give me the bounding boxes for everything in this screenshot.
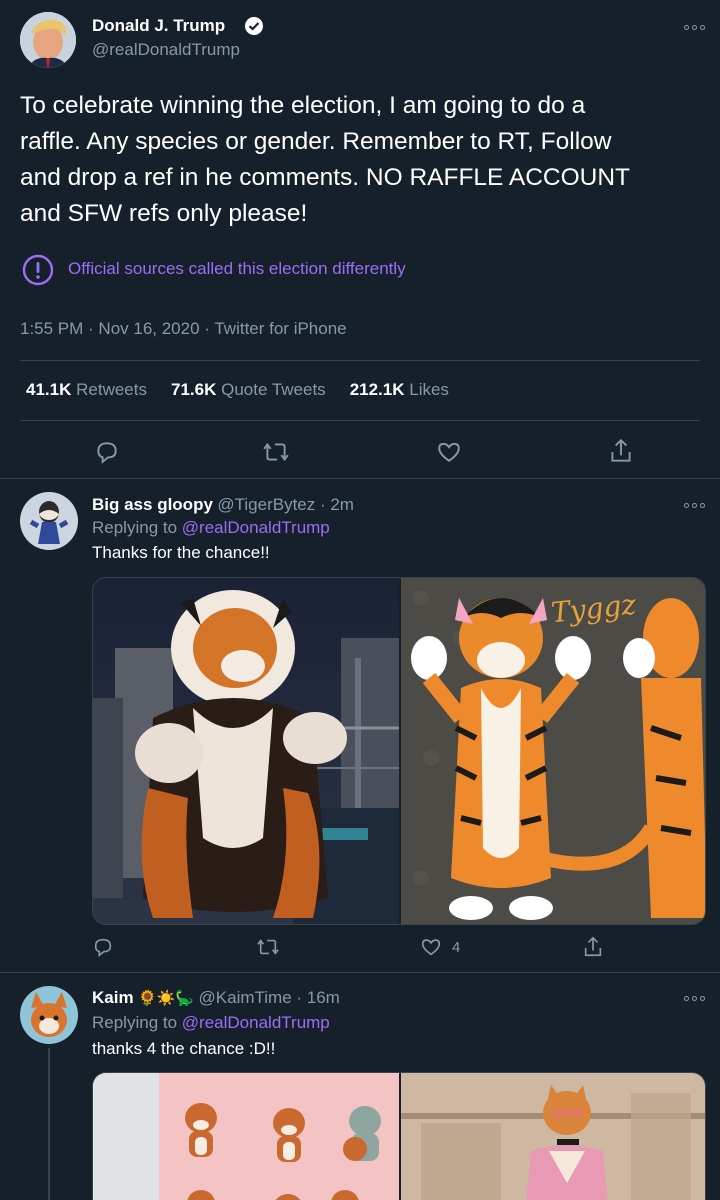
avatar[interactable]: [20, 12, 76, 68]
reply-text: Thanks for the chance!!: [92, 543, 270, 562]
retweet-icon[interactable]: [256, 936, 280, 958]
divider: [0, 478, 720, 479]
display-name[interactable]: Kaim: [92, 988, 134, 1007]
reply-text: thanks 4 the chance :D!!: [92, 1039, 276, 1058]
display-name[interactable]: Donald J. Trump: [92, 16, 225, 36]
divider: [20, 420, 700, 421]
replying-to-link[interactable]: @realDonaldTrump: [182, 518, 330, 537]
tweet-text-line: and SFW refs only please!: [20, 200, 308, 227]
divider: [0, 972, 720, 973]
retweet-icon[interactable]: [262, 439, 290, 465]
user-handle[interactable]: @realDonaldTrump: [92, 40, 240, 60]
quotes-stat[interactable]: 71.6K Quote Tweets: [171, 380, 326, 400]
replying-prefix: Replying to: [92, 1013, 178, 1032]
like-icon[interactable]: [420, 936, 442, 958]
verified-icon: [244, 16, 264, 36]
election-notice-link[interactable]: Official sources called this election di…: [68, 259, 406, 279]
divider: [20, 360, 700, 361]
reply-header: Kaim 🌻☀️🦕 @KaimTime · 16m: [92, 988, 340, 1008]
like-count: 4: [452, 939, 461, 956]
quotes-label: Quote Tweets: [221, 380, 326, 399]
likes-stat[interactable]: 212.1K Likes: [350, 380, 449, 400]
tweet-timestamp[interactable]: 1:55 PM · Nov 16, 2020 · Twitter for iPh…: [20, 319, 347, 339]
avatar[interactable]: [20, 986, 78, 1044]
fursuit-photo[interactable]: [93, 578, 399, 924]
tweet-stats: 41.1K Retweets 71.6K Quote Tweets 212.1K…: [26, 380, 449, 400]
retweets-label: Retweets: [76, 380, 147, 399]
quotes-count: 71.6K: [170, 380, 217, 399]
reply-icon[interactable]: [92, 936, 114, 958]
more-icon[interactable]: [684, 500, 706, 510]
replying-to-link[interactable]: @realDonaldTrump: [182, 1013, 330, 1032]
likes-count: 212.1K: [349, 380, 405, 399]
replying-to: Replying to @realDonaldTrump: [92, 1013, 330, 1033]
share-icon[interactable]: [582, 935, 604, 959]
thread-line: [48, 1048, 50, 1200]
replying-prefix: Replying to: [92, 518, 178, 537]
replying-to: Replying to @realDonaldTrump: [92, 518, 330, 538]
reply-header: Big ass gloopy @TigerBytez · 2m: [92, 495, 354, 515]
tweet-text: To celebrate winning the election, I am …: [20, 88, 710, 232]
tweet-text-line: and drop a ref in he comments. NO RAFFLE…: [20, 164, 630, 191]
sticker-sheet[interactable]: [93, 1073, 399, 1200]
reply-icon[interactable]: [94, 439, 120, 465]
more-icon[interactable]: [684, 22, 706, 32]
media-gallery[interactable]: [92, 1072, 706, 1200]
retweets-count: 41.1K: [26, 380, 72, 399]
reference-art[interactable]: Tyggz: [401, 578, 705, 924]
character-art[interactable]: [401, 1073, 705, 1200]
retweets-stat[interactable]: 41.1K Retweets: [26, 380, 147, 400]
avatar[interactable]: [20, 492, 78, 550]
display-name[interactable]: Big ass gloopy: [92, 495, 213, 514]
handle-time[interactable]: @TigerBytez · 2m: [217, 495, 354, 514]
like-icon[interactable]: [436, 439, 462, 465]
media-gallery[interactable]: Tyggz: [92, 577, 706, 925]
alert-icon: [22, 254, 54, 286]
name-emoji: 🌻☀️🦕: [138, 990, 195, 1007]
more-icon[interactable]: [684, 993, 706, 1003]
handle-time[interactable]: @KaimTime · 16m: [199, 988, 340, 1007]
tweet-text-line: To celebrate winning the election, I am …: [20, 92, 586, 119]
tweet-text-line: raffle. Any species or gender. Remember …: [20, 128, 612, 155]
share-icon[interactable]: [608, 437, 634, 465]
likes-label: Likes: [409, 380, 449, 399]
